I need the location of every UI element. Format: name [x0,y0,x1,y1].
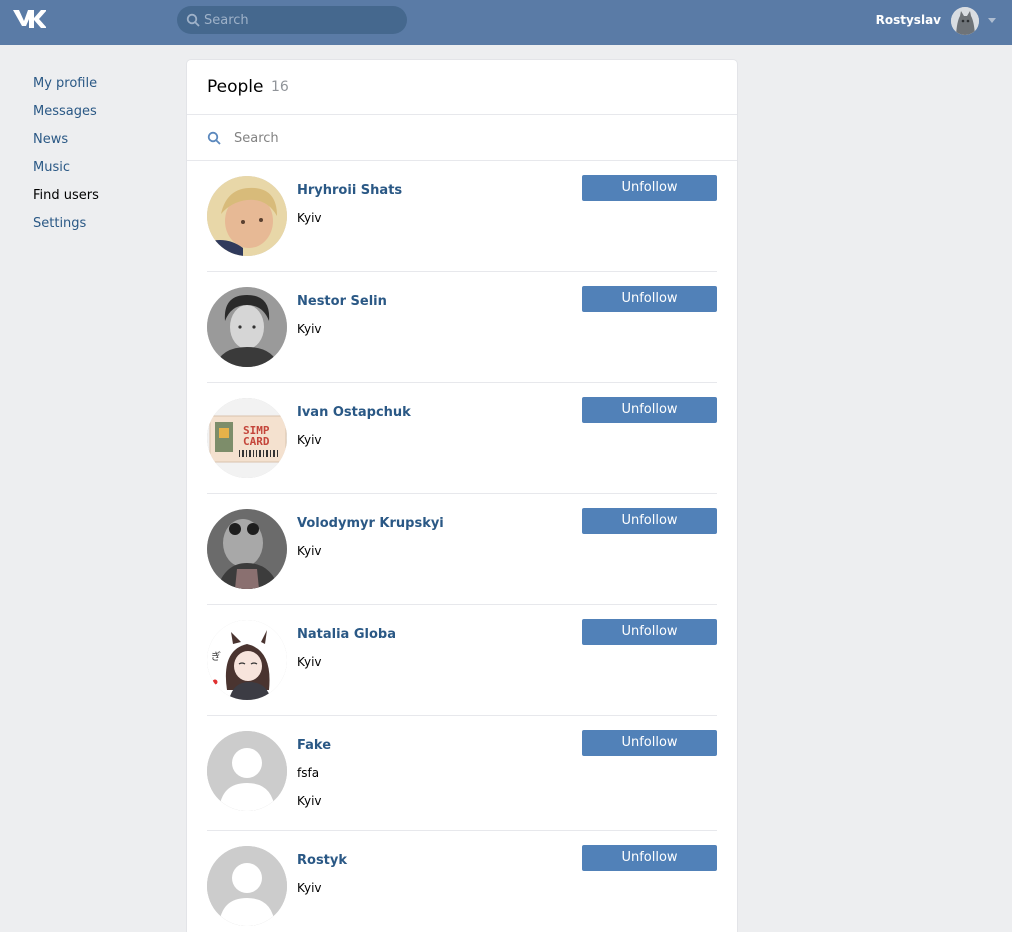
unfollow-button[interactable]: Unfollow [582,286,717,312]
unfollow-button[interactable]: Unfollow [582,508,717,534]
photo-bw-man-image [207,287,287,367]
sidebar-item-music[interactable]: Music [33,158,163,186]
person-name[interactable]: Ivan Ostapchuk [297,405,411,420]
chevron-down-icon[interactable] [988,18,996,23]
unfollow-button[interactable]: Unfollow [582,845,717,871]
avatar[interactable] [207,509,287,589]
top-bar: Rostyslav [0,0,1012,45]
list-item: ぎ Natalia Globa Kyiv Unfollow [207,605,717,716]
svg-text:ぎ: ぎ [211,650,221,663]
person-name[interactable]: Volodymyr Krupskyi [297,516,444,531]
person-name[interactable]: Natalia Globa [297,627,396,642]
person-name[interactable]: Hryhroii Shats [297,183,402,198]
person-name[interactable]: Rostyk [297,853,347,868]
unfollow-button[interactable]: Unfollow [582,397,717,423]
default-avatar-icon [207,731,287,811]
photo-boy-image [207,176,287,256]
page-title: People [207,77,264,97]
person-name[interactable]: Fake [297,738,331,753]
list-item: Hryhroii Shats Kyiv Unfollow [207,161,717,272]
sidebar-item-my-profile[interactable]: My profile [33,74,163,102]
anime-girl-image: ぎ [207,620,287,700]
svg-text:CARD: CARD [243,435,270,448]
top-search-box[interactable] [177,6,407,34]
person-city: Kyiv [297,322,322,336]
person-city: Kyiv [297,211,322,225]
avatar[interactable]: ぎ [207,620,287,700]
person-city: Kyiv [297,881,322,895]
search-icon [186,13,200,27]
list-item: Fake fsfa Kyiv Unfollow [207,716,717,831]
user-avatar[interactable] [951,7,979,35]
list-item: Nestor Selin Kyiv Unfollow [207,272,717,383]
sidebar-item-messages[interactable]: Messages [33,102,163,130]
avatar[interactable] [207,287,287,367]
unfollow-button[interactable]: Unfollow [582,175,717,201]
person-city: Kyiv [297,544,322,558]
sidebar-item-news[interactable]: News [33,130,163,158]
sidebar-item-settings[interactable]: Settings [33,214,163,242]
avatar[interactable] [207,846,287,926]
list-item: SIMP CARD Ivan Ostapchuk Kyiv Unfollow [207,383,717,494]
unfollow-button[interactable]: Unfollow [582,619,717,645]
people-search-bar[interactable] [187,115,737,161]
person-city: Kyiv [297,794,322,808]
sidebar-nav: My profile Messages News Music Find user… [33,74,163,242]
avatar[interactable]: SIMP CARD [207,398,287,478]
unfollow-button[interactable]: Unfollow [582,730,717,756]
list-item: Rostyk Kyiv Unfollow [207,831,717,932]
people-card: People 16 Hryhroii Shats Kyiv [187,60,737,932]
people-count: 16 [271,79,289,95]
person-name[interactable]: Nestor Selin [297,294,387,309]
people-search-input[interactable] [234,123,714,153]
person-city: Kyiv [297,433,322,447]
card-header: People 16 [187,60,737,115]
person-city: Kyiv [297,655,322,669]
user-name[interactable]: Rostyslav [876,13,941,27]
top-search-input[interactable] [204,6,399,34]
avatar[interactable] [207,176,287,256]
vk-logo-icon[interactable] [12,8,46,30]
sidebar-item-find-users[interactable]: Find users [33,186,163,214]
cat-avatar-icon [951,7,979,35]
simp-card-image: SIMP CARD [207,398,287,478]
photo-masked-man-image [207,509,287,589]
search-icon [207,131,221,145]
list-item: Volodymyr Krupskyi Kyiv Unfollow [207,494,717,605]
default-avatar-icon [207,846,287,926]
person-status: fsfa [297,766,320,780]
avatar[interactable] [207,731,287,811]
